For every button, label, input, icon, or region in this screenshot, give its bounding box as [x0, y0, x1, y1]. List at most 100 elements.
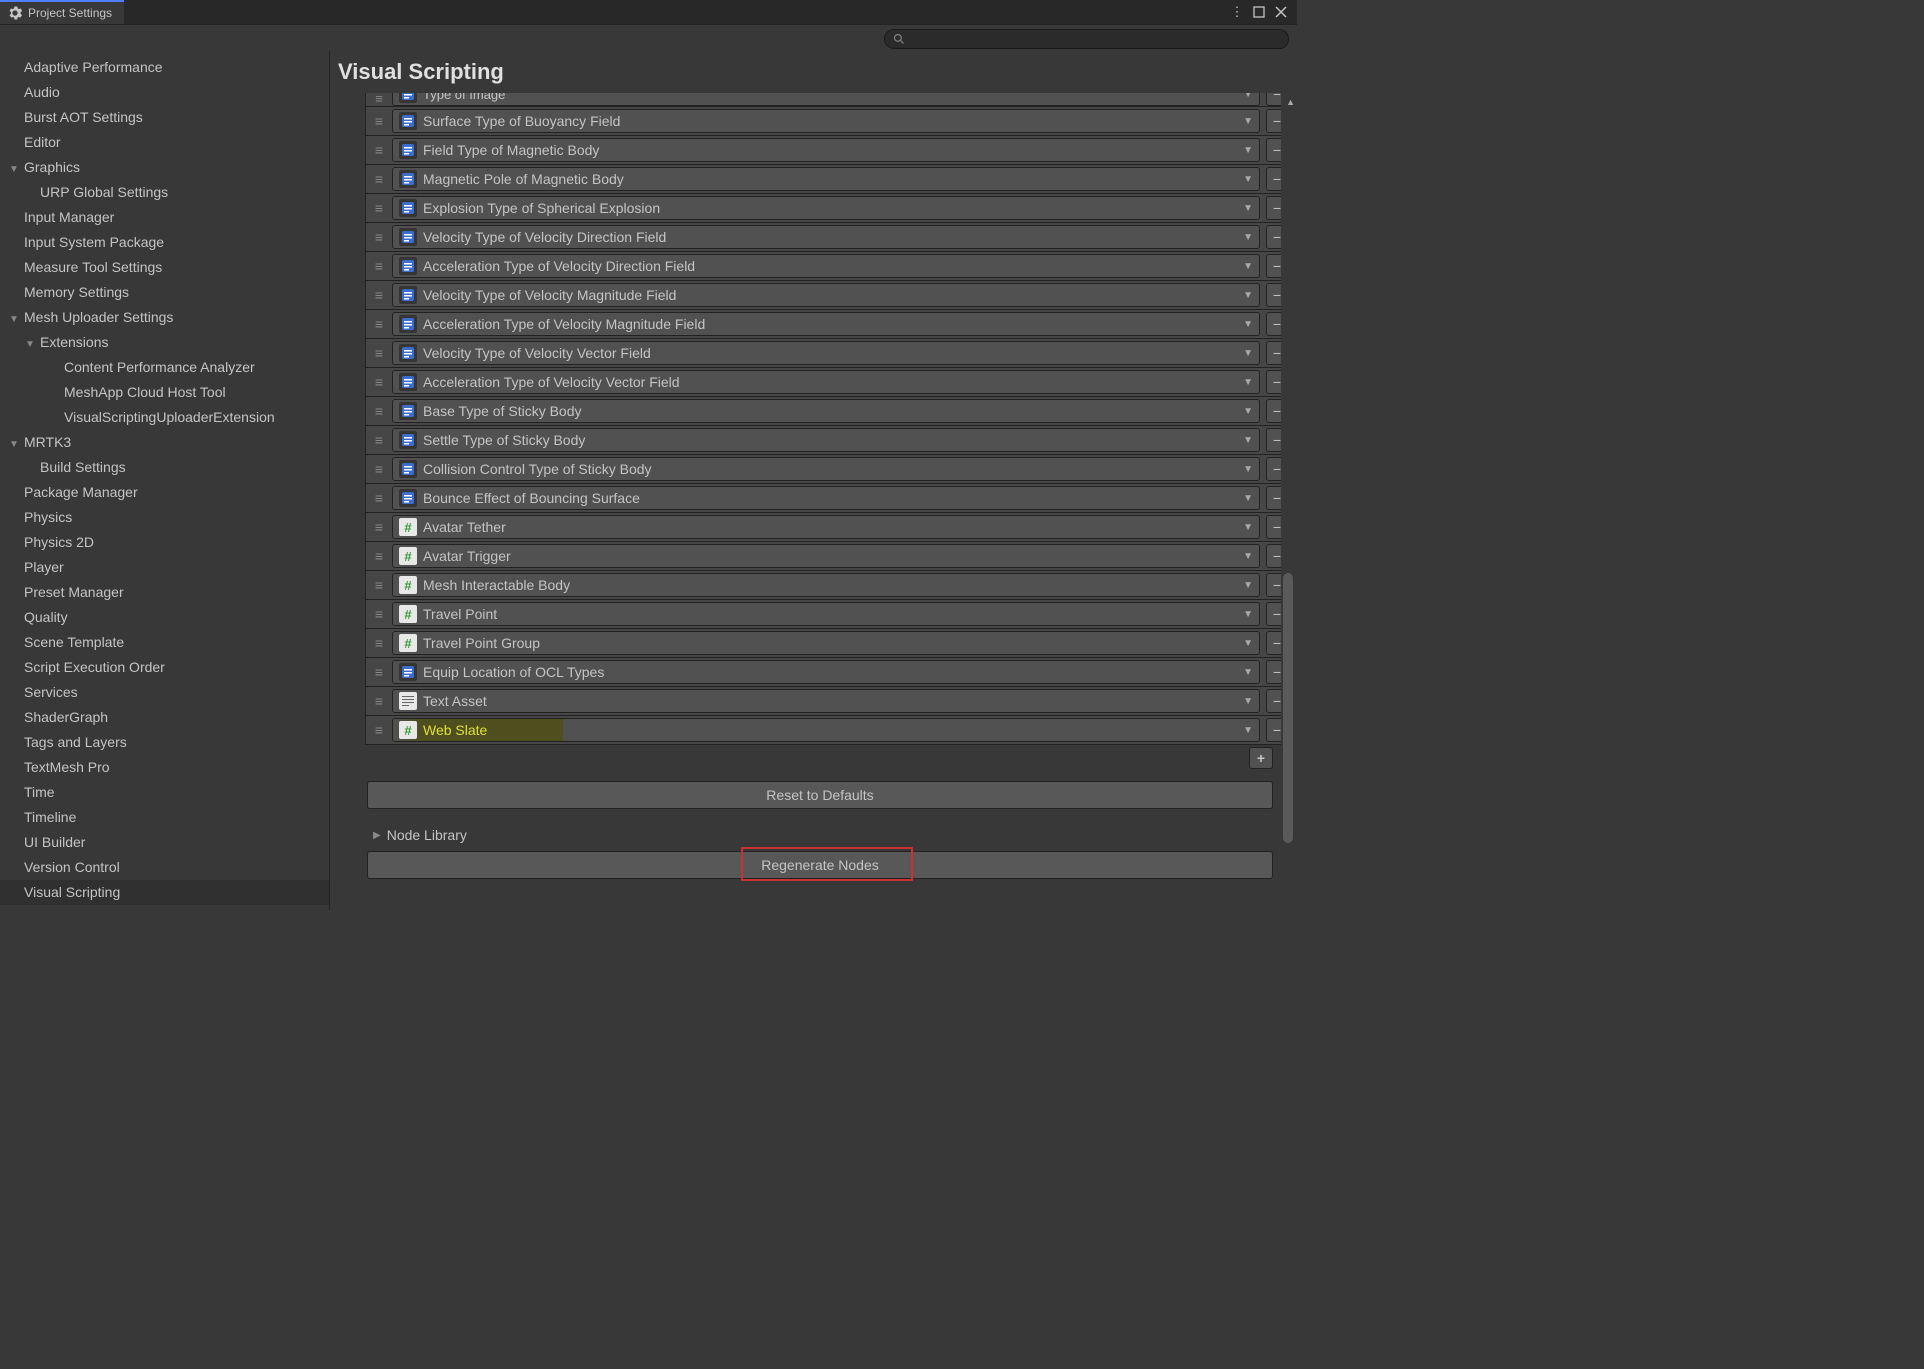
- sidebar-item[interactable]: Physics 2D: [0, 530, 329, 555]
- type-dropdown[interactable]: Acceleration Type of Velocity Magnitude …: [392, 312, 1260, 336]
- enum-icon: [399, 489, 417, 507]
- type-label: Acceleration Type of Velocity Direction …: [423, 258, 1237, 274]
- sidebar-item[interactable]: ShaderGraph: [0, 705, 329, 730]
- sidebar-item[interactable]: ▼Mesh Uploader Settings: [0, 305, 329, 330]
- sidebar-item[interactable]: Physics: [0, 505, 329, 530]
- sidebar-item[interactable]: Visual Scripting: [0, 880, 329, 905]
- drag-handle-icon[interactable]: ≡: [372, 142, 386, 158]
- type-dropdown[interactable]: Velocity Type of Velocity Direction Fiel…: [392, 225, 1260, 249]
- drag-handle-icon[interactable]: ≡: [372, 287, 386, 303]
- reset-defaults-button[interactable]: Reset to Defaults: [367, 781, 1273, 809]
- sidebar-item[interactable]: Adaptive Performance: [0, 55, 329, 80]
- sidebar-item[interactable]: Memory Settings: [0, 280, 329, 305]
- more-icon[interactable]: ⋮: [1229, 4, 1245, 20]
- maximize-icon[interactable]: [1251, 4, 1267, 20]
- sidebar-item[interactable]: MeshApp Cloud Host Tool: [0, 380, 329, 405]
- sidebar-item[interactable]: ▼Extensions: [0, 330, 329, 355]
- sidebar-item-label: Services: [24, 684, 78, 700]
- sidebar-item[interactable]: Build Settings: [0, 455, 329, 480]
- drag-handle-icon[interactable]: ≡: [372, 403, 386, 419]
- settings-sidebar[interactable]: Adaptive PerformanceAudioBurst AOT Setti…: [0, 51, 330, 910]
- search-input[interactable]: [884, 29, 1289, 49]
- sidebar-item[interactable]: Script Execution Order: [0, 655, 329, 680]
- type-dropdown[interactable]: Equip Location of OCL Types▼: [392, 660, 1260, 684]
- type-dropdown[interactable]: Collision Control Type of Sticky Body▼: [392, 457, 1260, 481]
- sidebar-item[interactable]: Scene Template: [0, 630, 329, 655]
- type-dropdown[interactable]: Surface Type of Buoyancy Field▼: [392, 109, 1260, 133]
- type-dropdown[interactable]: Bounce Effect of Bouncing Surface▼: [392, 486, 1260, 510]
- sidebar-item[interactable]: Audio: [0, 80, 329, 105]
- sidebar-item[interactable]: ▼Graphics: [0, 155, 329, 180]
- sidebar-item[interactable]: Editor: [0, 130, 329, 155]
- drag-handle-icon[interactable]: ≡: [372, 461, 386, 477]
- sidebar-item[interactable]: Services: [0, 680, 329, 705]
- drag-handle-icon[interactable]: ≡: [372, 258, 386, 274]
- type-options-list[interactable]: ≡ Type of Image ▼ − ≡Surface Type of Buo…: [330, 93, 1297, 910]
- drag-handle-icon[interactable]: ≡: [372, 635, 386, 651]
- add-type-button[interactable]: +: [1249, 747, 1273, 769]
- type-dropdown[interactable]: #Mesh Interactable Body▼: [392, 573, 1260, 597]
- type-dropdown[interactable]: Base Type of Sticky Body▼: [392, 399, 1260, 423]
- drag-handle-icon[interactable]: ≡: [372, 577, 386, 593]
- drag-handle-icon[interactable]: ≡: [372, 93, 386, 106]
- sidebar-item[interactable]: Timeline: [0, 805, 329, 830]
- drag-handle-icon[interactable]: ≡: [372, 113, 386, 129]
- sidebar-item[interactable]: Quality: [0, 605, 329, 630]
- drag-handle-icon[interactable]: ≡: [372, 374, 386, 390]
- enum-icon: [399, 141, 417, 159]
- sidebar-item[interactable]: Measure Tool Settings: [0, 255, 329, 280]
- drag-handle-icon[interactable]: ≡: [372, 664, 386, 680]
- type-dropdown[interactable]: Field Type of Magnetic Body▼: [392, 138, 1260, 162]
- sidebar-item[interactable]: UI Builder: [0, 830, 329, 855]
- sidebar-item[interactable]: Input System Package: [0, 230, 329, 255]
- drag-handle-icon[interactable]: ≡: [372, 490, 386, 506]
- type-dropdown[interactable]: Acceleration Type of Velocity Direction …: [392, 254, 1260, 278]
- scroll-up-icon[interactable]: ▲: [1286, 97, 1295, 107]
- sidebar-item[interactable]: ▼XR Plug-in Management: [0, 905, 329, 910]
- type-dropdown[interactable]: #Travel Point▼: [392, 602, 1260, 626]
- close-icon[interactable]: [1273, 4, 1289, 20]
- drag-handle-icon[interactable]: ≡: [372, 316, 386, 332]
- type-dropdown[interactable]: Magnetic Pole of Magnetic Body▼: [392, 167, 1260, 191]
- drag-handle-icon[interactable]: ≡: [372, 519, 386, 535]
- drag-handle-icon[interactable]: ≡: [372, 548, 386, 564]
- type-dropdown[interactable]: Velocity Type of Velocity Vector Field▼: [392, 341, 1260, 365]
- type-dropdown[interactable]: #Avatar Tether▼: [392, 515, 1260, 539]
- scrollbar-thumb[interactable]: [1283, 573, 1293, 843]
- scrollbar-track[interactable]: ▲: [1281, 93, 1295, 910]
- sidebar-item[interactable]: VisualScriptingUploaderExtension: [0, 405, 329, 430]
- drag-handle-icon[interactable]: ≡: [372, 693, 386, 709]
- csharp-script-icon: #: [399, 547, 417, 565]
- sidebar-item[interactable]: Burst AOT Settings: [0, 105, 329, 130]
- type-dropdown[interactable]: #Travel Point Group▼: [392, 631, 1260, 655]
- sidebar-item[interactable]: Time: [0, 780, 329, 805]
- type-dropdown[interactable]: Explosion Type of Spherical Explosion▼: [392, 196, 1260, 220]
- type-dropdown[interactable]: Settle Type of Sticky Body▼: [392, 428, 1260, 452]
- drag-handle-icon[interactable]: ≡: [372, 171, 386, 187]
- sidebar-item[interactable]: URP Global Settings: [0, 180, 329, 205]
- drag-handle-icon[interactable]: ≡: [372, 722, 386, 738]
- sidebar-item[interactable]: Player: [0, 555, 329, 580]
- sidebar-item[interactable]: Content Performance Analyzer: [0, 355, 329, 380]
- type-dropdown[interactable]: Text Asset▼: [392, 689, 1260, 713]
- drag-handle-icon[interactable]: ≡: [372, 345, 386, 361]
- sidebar-item[interactable]: Package Manager: [0, 480, 329, 505]
- type-dropdown[interactable]: Velocity Type of Velocity Magnitude Fiel…: [392, 283, 1260, 307]
- tab-project-settings[interactable]: Project Settings: [0, 0, 124, 24]
- drag-handle-icon[interactable]: ≡: [372, 432, 386, 448]
- sidebar-item[interactable]: Input Manager: [0, 205, 329, 230]
- drag-handle-icon[interactable]: ≡: [372, 229, 386, 245]
- sidebar-item[interactable]: Preset Manager: [0, 580, 329, 605]
- sidebar-item[interactable]: ▼MRTK3: [0, 430, 329, 455]
- sidebar-item[interactable]: Tags and Layers: [0, 730, 329, 755]
- chevron-down-icon: ▼: [1243, 725, 1253, 736]
- drag-handle-icon[interactable]: ≡: [372, 606, 386, 622]
- sidebar-item[interactable]: Version Control: [0, 855, 329, 880]
- sidebar-item[interactable]: TextMesh Pro: [0, 755, 329, 780]
- drag-handle-icon[interactable]: ≡: [372, 200, 386, 216]
- type-dropdown[interactable]: Type of Image ▼: [392, 93, 1260, 106]
- type-dropdown[interactable]: #Avatar Trigger▼: [392, 544, 1260, 568]
- type-dropdown[interactable]: #Web Slate▼: [392, 718, 1260, 742]
- search-field[interactable]: [911, 32, 1280, 46]
- type-dropdown[interactable]: Acceleration Type of Velocity Vector Fie…: [392, 370, 1260, 394]
